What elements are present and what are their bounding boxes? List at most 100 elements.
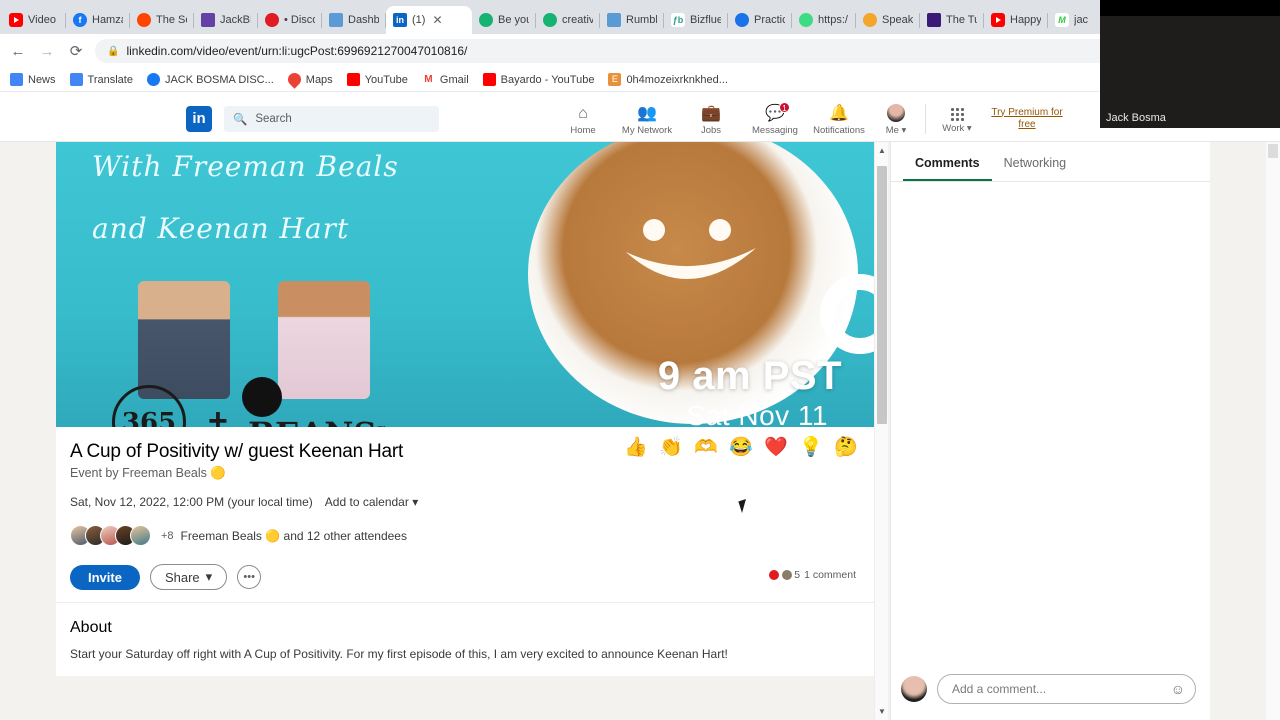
attendees-text: Freeman Beals 🟡 and 12 other attendees	[180, 528, 407, 543]
page-body: With Freeman Beals and Keenan Hart 365 +…	[0, 142, 1280, 720]
nav-item-jobs[interactable]: 💼 Jobs	[679, 102, 743, 136]
more-options-button[interactable]: •••	[237, 565, 262, 589]
gmail-icon: M	[421, 73, 435, 86]
browser-tab[interactable]: Dashb	[322, 6, 386, 34]
social-counts[interactable]: 5 1 comment	[768, 569, 856, 581]
bookmark-label: JACK BOSMA DISC...	[164, 73, 274, 86]
close-icon[interactable]: ✕	[432, 13, 442, 27]
bookmark-item[interactable]: Translate	[69, 73, 133, 86]
browser-tab[interactable]: Video	[2, 6, 66, 34]
tab-label: (1)	[412, 14, 426, 26]
event-banner-image: With Freeman Beals and Keenan Hart 365 +…	[56, 142, 878, 427]
celebrate-reaction-icon[interactable]: 👏	[659, 437, 683, 459]
address-bar[interactable]: 🔒 linkedin.com/video/event/urn:li:ugcPos…	[95, 39, 1272, 63]
forward-button[interactable]: →	[37, 43, 57, 60]
nav-item-work[interactable]: Work ▾	[930, 103, 984, 134]
comment-composer: Add a comment... ☺	[901, 674, 1196, 704]
scroll-up-arrow[interactable]: ▲	[878, 146, 886, 155]
share-button[interactable]: Share ▾	[149, 564, 228, 590]
nav-item-label: Jobs	[700, 124, 722, 136]
nav-item-home[interactable]: ⌂ Home	[551, 102, 615, 136]
tab-label: The Tu	[946, 14, 977, 26]
browser-tab[interactable]: Speak	[856, 6, 920, 34]
browser-tab[interactable]: ƒb Bizflue	[664, 6, 728, 34]
bookmark-item[interactable]: Bayardo - YouTube	[482, 73, 594, 86]
search-input[interactable]: 🔍 Search	[224, 105, 439, 132]
try-premium-link[interactable]: Try Premium for free	[988, 107, 1066, 131]
evernote-icon: E	[608, 73, 622, 86]
love-reaction-icon[interactable]: ❤️	[764, 437, 788, 459]
tab-label: creativ	[562, 14, 593, 26]
bookmark-item[interactable]: E 0h4mozeixrknkhed...	[608, 73, 728, 86]
reload-button[interactable]: ⟳	[66, 42, 86, 60]
monkey-logo-icon	[242, 377, 282, 417]
maps-pin-icon	[285, 70, 304, 89]
browser-tab[interactable]: Rumbl	[600, 6, 664, 34]
insightful-reaction-icon[interactable]: 💡	[799, 437, 823, 459]
bookmark-item[interactable]: YouTube	[346, 73, 408, 86]
attendees-row[interactable]: +8 Freeman Beals 🟡 and 12 other attendee…	[70, 525, 858, 546]
bookmark-item[interactable]: JACK BOSMA DISC...	[146, 73, 274, 86]
chevron-down-icon: ▾	[205, 569, 213, 584]
about-heading: About	[70, 619, 112, 636]
tab-label: Happy	[1010, 14, 1041, 26]
tab-strip: Video f Hamza The So JackBB • Disco Dashb in (1)…	[0, 0, 1280, 34]
add-to-calendar-button[interactable]: Add to calendar ▾	[325, 495, 418, 509]
discord-icon	[265, 13, 279, 27]
global-nav-items: ⌂ Home 👥 My Network 💼 Jobs 💬 1 Messaging 🔔 Notific…	[551, 101, 871, 136]
tab-label: Hamza	[92, 14, 123, 26]
funny-reaction-icon[interactable]: 😂	[729, 437, 753, 459]
tab-label: The So	[156, 14, 187, 26]
bookmark-item[interactable]: News	[10, 73, 56, 86]
host-photo-freeman	[138, 281, 230, 399]
like-reaction-icon[interactable]: 👍	[624, 437, 648, 459]
green-site-icon	[543, 13, 557, 27]
tab-label: Rumbl	[626, 14, 657, 26]
browser-tab[interactable]: Happy	[984, 6, 1048, 34]
youtube-icon	[482, 73, 496, 86]
chevron-down-icon: ▾	[901, 124, 907, 136]
scrollbar-thumb[interactable]	[1268, 144, 1278, 158]
translate-icon	[69, 73, 83, 86]
comment-count[interactable]: 1 comment	[804, 569, 856, 581]
nav-item-my-network[interactable]: 👥 My Network	[615, 102, 679, 136]
nav-item-messaging[interactable]: 💬 1 Messaging	[743, 101, 807, 136]
browser-tab[interactable]: https:/	[792, 6, 856, 34]
organizer-badge-icon: 🟡	[210, 466, 226, 480]
main-column: With Freeman Beals and Keenan Hart 365 +…	[0, 142, 888, 720]
browser-tab[interactable]: f Hamza	[66, 6, 130, 34]
tab-networking[interactable]: Networking	[992, 154, 1079, 181]
browser-tab[interactable]: The So	[130, 6, 194, 34]
scrollbar-thumb[interactable]	[877, 166, 887, 424]
linkedin-logo-icon[interactable]: in	[186, 105, 212, 132]
support-reaction-icon[interactable]: 🫶	[694, 437, 718, 459]
browser-tab[interactable]: creativ	[536, 6, 600, 34]
dashboard-icon	[329, 13, 343, 27]
avatar	[901, 676, 927, 702]
bookmark-item[interactable]: M Gmail	[421, 73, 469, 86]
blue-circle-icon	[735, 13, 749, 27]
browser-tab[interactable]: in (1) ✕	[386, 6, 472, 34]
invite-button[interactable]: Invite	[70, 564, 140, 590]
nav-item-notifications[interactable]: 🔔 Notifications	[807, 102, 871, 136]
comment-input[interactable]: Add a comment... ☺	[937, 674, 1196, 704]
nav-item-me[interactable]: Me ▾	[871, 102, 921, 136]
event-datetime: Sat, Nov 12, 2022, 12:00 PM (your local …	[70, 495, 313, 509]
tab-comments[interactable]: Comments	[903, 154, 992, 181]
browser-tab[interactable]: • Disco	[258, 6, 322, 34]
guest-photo-keenan	[278, 281, 370, 399]
browser-tab[interactable]: Be you	[472, 6, 536, 34]
back-button[interactable]: ←	[8, 43, 28, 60]
emoji-icon[interactable]: ☺	[1171, 681, 1185, 697]
page-scrollbar[interactable]	[1266, 142, 1280, 720]
browser-tab[interactable]: The Tu	[920, 6, 984, 34]
browser-tab[interactable]: JackBB	[194, 6, 258, 34]
main-scrollbar[interactable]: ▲ ▼	[874, 142, 888, 720]
bookmark-item[interactable]: Maps	[285, 70, 333, 89]
tab-label: jac	[1074, 14, 1089, 26]
curious-reaction-icon[interactable]: 🤔	[834, 437, 858, 459]
scroll-down-arrow[interactable]: ▼	[878, 707, 886, 716]
browser-tab[interactable]: Practic	[728, 6, 792, 34]
event-card: With Freeman Beals and Keenan Hart 365 +…	[56, 142, 878, 676]
search-placeholder: Search	[255, 112, 292, 125]
